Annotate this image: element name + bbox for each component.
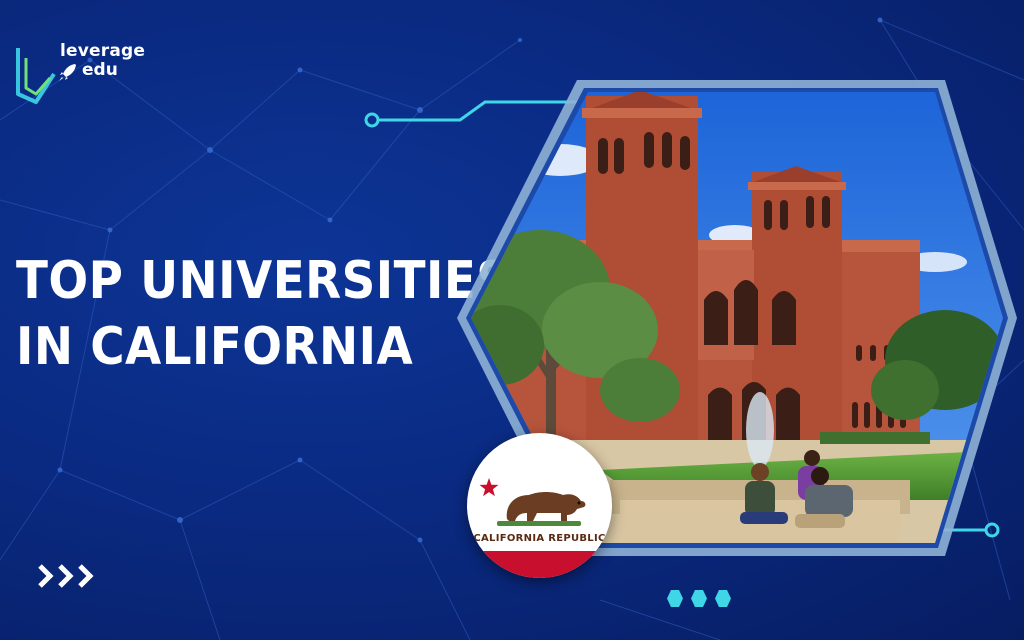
triple-chevron-right-icon[interactable] xyxy=(36,562,102,590)
star-icon xyxy=(479,478,499,497)
california-flag-art xyxy=(467,478,612,578)
flag-text: CALIFORNIA REPUBLIC xyxy=(473,533,606,544)
flag-red-stripe xyxy=(467,551,612,578)
three-hexagon-dots-icon xyxy=(667,590,731,607)
california-flag-badge: CALIFORNIA REPUBLIC xyxy=(467,433,612,578)
bear-icon xyxy=(497,492,586,526)
